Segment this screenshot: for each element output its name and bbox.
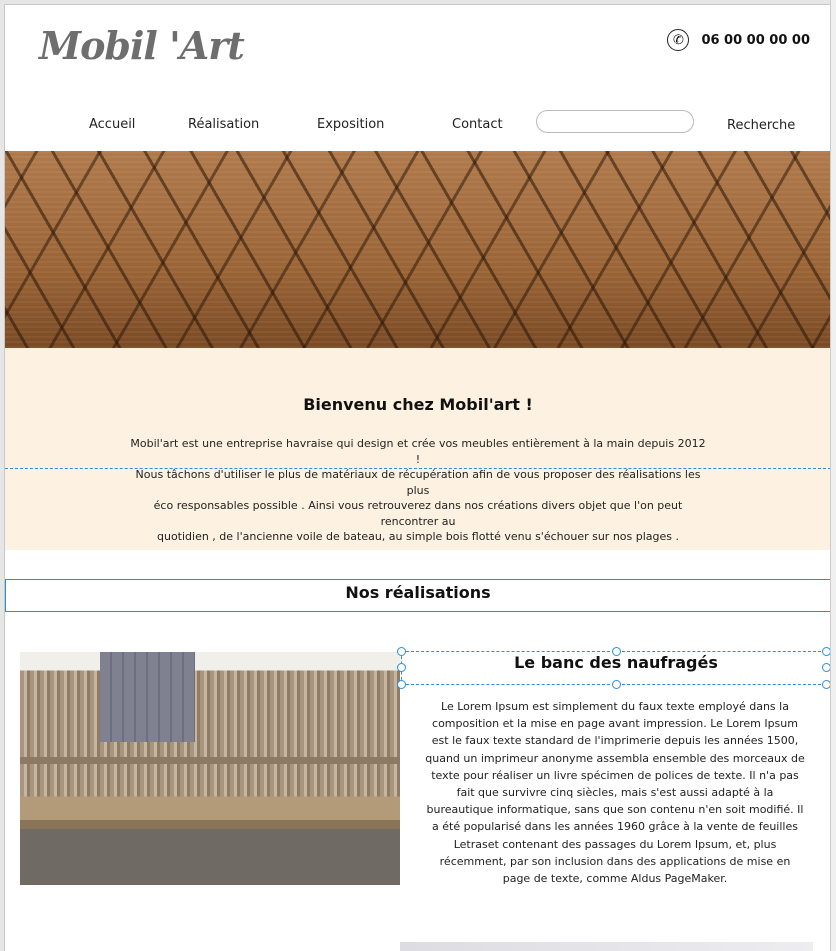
intro-text: Mobil'art est une entreprise havraise qu… — [130, 437, 706, 543]
page: Mobil 'Art ✆ 06 00 00 00 00 Accueil Réal… — [4, 4, 830, 951]
hero-wood-image — [5, 151, 830, 348]
resize-handle[interactable] — [822, 663, 830, 672]
resize-handle[interactable] — [397, 647, 406, 656]
nav-exposition[interactable]: Exposition — [317, 117, 384, 132]
resize-handle[interactable] — [822, 680, 830, 689]
guide-marker[interactable] — [4, 464, 5, 474]
next-card-image — [400, 942, 813, 951]
search-input[interactable] — [536, 110, 694, 133]
logo[interactable]: Mobil 'Art — [39, 23, 245, 68]
resize-handle[interactable] — [397, 680, 406, 689]
phone-number: 06 00 00 00 00 — [701, 32, 810, 48]
card-text: Le Lorem Ipsum est simplement du faux te… — [425, 700, 805, 886]
bench-image-overlay — [20, 652, 400, 885]
phone-icon: ✆ — [667, 29, 690, 51]
resize-handle[interactable] — [822, 647, 830, 656]
intro-title: Bienvenu chez Mobil'art ! — [303, 395, 533, 414]
search-button[interactable]: Recherche — [727, 118, 795, 133]
bench-image-shutter — [100, 652, 195, 742]
intro-section: Bienvenu chez Mobil'art ! Mobil'art est … — [5, 348, 830, 550]
scrollbar[interactable] — [830, 0, 836, 951]
nav-realisation[interactable]: Réalisation — [188, 117, 259, 132]
phone-contact: ✆ 06 00 00 00 00 — [667, 29, 810, 51]
section-title: Nos réalisations — [5, 579, 830, 612]
guide-line — [5, 468, 830, 469]
nav-accueil[interactable]: Accueil — [89, 117, 135, 132]
resize-handle[interactable] — [612, 647, 621, 656]
resize-handle[interactable] — [397, 663, 406, 672]
resize-handle[interactable] — [612, 680, 621, 689]
nav-contact[interactable]: Contact — [452, 117, 503, 132]
